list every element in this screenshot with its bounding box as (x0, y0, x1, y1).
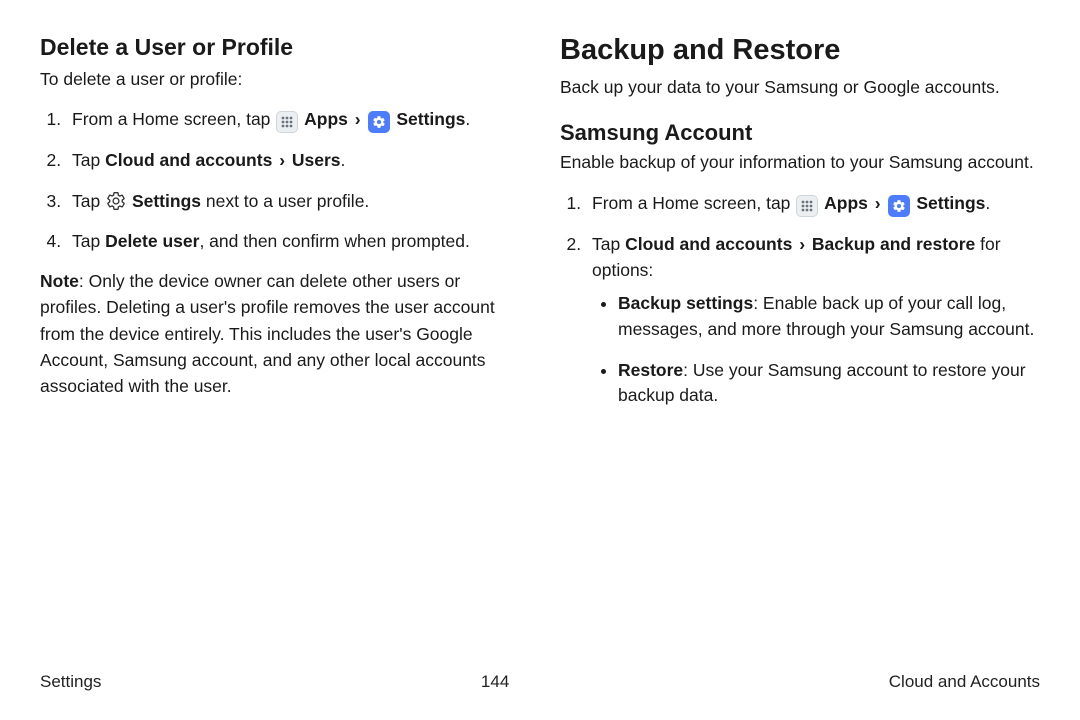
step-text: Tap (72, 191, 105, 211)
list-item: Tap Cloud and accounts › Backup and rest… (586, 231, 1040, 409)
samsung-account-steps: From a Home screen, tap Apps › Settings.… (560, 190, 1040, 409)
samsung-account-heading: Samsung Account (560, 120, 1040, 146)
step-bold: Backup and restore (812, 234, 975, 254)
note-body: : Only the device owner can delete other… (40, 271, 495, 396)
bullet-bold: Restore (618, 360, 683, 380)
backup-restore-heading: Backup and Restore (560, 34, 1040, 67)
period: . (465, 109, 470, 129)
page-footer: Settings 144 Cloud and Accounts (40, 672, 1040, 692)
chevron-right-icon: › (799, 234, 805, 254)
step-text: next to a user profile. (201, 191, 369, 211)
step-text: From a Home screen, tap (72, 109, 275, 129)
step-bold: Cloud and accounts (105, 150, 272, 170)
footer-page-number: 144 (481, 672, 509, 692)
settings-icon (888, 195, 910, 217)
step-bold: Cloud and accounts (625, 234, 792, 254)
list-item: Backup settings: Enable back up of your … (618, 291, 1040, 342)
footer-right: Cloud and Accounts (889, 672, 1040, 692)
step-bold: Settings (132, 191, 201, 211)
step-text: Tap (72, 231, 105, 251)
apps-label: Apps (824, 193, 868, 213)
delete-user-heading: Delete a User or Profile (40, 34, 520, 61)
settings-label: Settings (916, 193, 985, 213)
list-item: Tap Cloud and accounts › Users. (66, 147, 520, 173)
list-item: From a Home screen, tap Apps › Settings. (586, 190, 1040, 217)
list-item: Tap Delete user, and then confirm when p… (66, 228, 520, 254)
chevron-right-icon: › (355, 109, 361, 129)
step-text: Tap (592, 234, 625, 254)
delete-user-steps: From a Home screen, tap Apps › Settings.… (40, 106, 520, 254)
apps-icon (276, 111, 298, 133)
step-text: , and then confirm when prompted. (199, 231, 469, 251)
chevron-right-icon: › (875, 193, 881, 213)
period: . (985, 193, 990, 213)
step-text: From a Home screen, tap (592, 193, 795, 213)
note-label: Note (40, 271, 79, 291)
list-item: Restore: Use your Samsung account to res… (618, 358, 1040, 409)
left-column: Delete a User or Profile To delete a use… (40, 34, 520, 425)
apps-label: Apps (304, 109, 348, 129)
options-list: Backup settings: Enable back up of your … (592, 291, 1040, 409)
page-body: Delete a User or Profile To delete a use… (0, 0, 1080, 425)
backup-restore-intro: Back up your data to your Samsung or Goo… (560, 75, 1040, 100)
settings-label: Settings (396, 109, 465, 129)
list-item: From a Home screen, tap Apps › Settings. (66, 106, 520, 133)
step-bold: Delete user (105, 231, 199, 251)
list-item: Tap Settings next to a user profile. (66, 188, 520, 214)
right-column: Backup and Restore Back up your data to … (560, 34, 1040, 425)
chevron-right-icon: › (279, 150, 285, 170)
step-text: Tap (72, 150, 105, 170)
settings-icon (368, 111, 390, 133)
step-text: . (341, 150, 346, 170)
bullet-bold: Backup settings (618, 293, 753, 313)
delete-user-intro: To delete a user or profile: (40, 67, 520, 92)
apps-icon (796, 195, 818, 217)
settings-outline-icon (106, 191, 126, 211)
step-bold: Users (292, 150, 341, 170)
footer-left: Settings (40, 672, 101, 692)
samsung-account-intro: Enable backup of your information to you… (560, 150, 1040, 175)
delete-user-note: Note: Only the device owner can delete o… (40, 268, 520, 399)
